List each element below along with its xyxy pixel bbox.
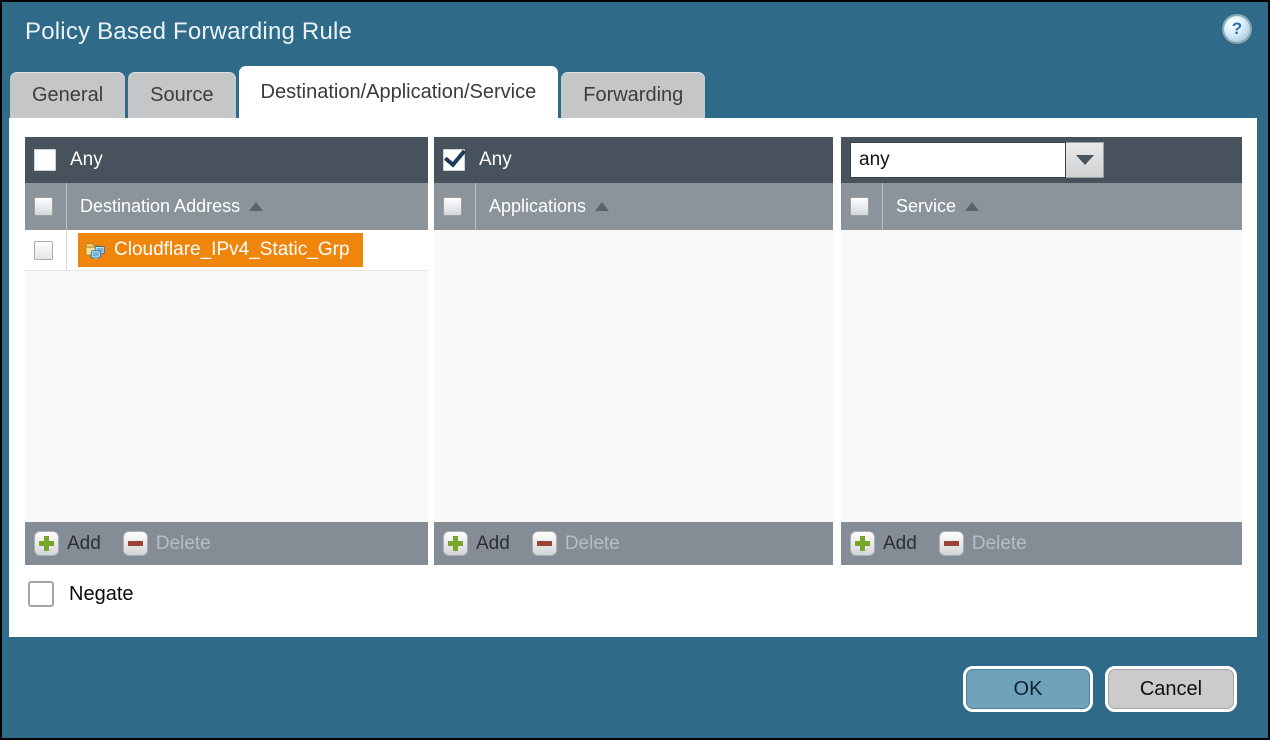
tab-content: Any Destination Address <box>9 118 1257 637</box>
applications-list <box>434 230 833 522</box>
destination-address-list: Cloudflare_IPv4_Static_Grp <box>25 230 428 522</box>
service-list <box>841 230 1242 522</box>
sort-ascending-icon[interactable] <box>965 202 979 211</box>
delete-button[interactable]: Delete <box>939 531 1027 556</box>
plus-icon <box>850 531 875 556</box>
destination-any-checkbox[interactable] <box>34 149 56 171</box>
tab-general[interactable]: General <box>10 72 125 118</box>
applications-toolbar: Add Delete <box>434 522 833 565</box>
destination-address-panel: Any Destination Address <box>25 137 428 565</box>
list-item[interactable]: Cloudflare_IPv4_Static_Grp <box>25 230 428 271</box>
ok-button[interactable]: OK <box>963 666 1093 712</box>
negate-row: Negate <box>28 581 134 607</box>
row-checkbox[interactable] <box>34 241 53 260</box>
service-dropdown[interactable]: any <box>850 142 1104 178</box>
minus-icon <box>123 531 148 556</box>
destination-toolbar: Add Delete <box>25 522 428 565</box>
service-toolbar: Add Delete <box>841 522 1242 565</box>
applications-any-checkbox[interactable] <box>443 149 465 171</box>
destination-column-header: Destination Address <box>25 183 428 230</box>
service-header-label[interactable]: Service <box>896 196 956 217</box>
delete-button[interactable]: Delete <box>532 531 620 556</box>
help-glyph: ? <box>1232 19 1242 39</box>
help-icon[interactable]: ? <box>1224 16 1250 42</box>
applications-any-bar: Any <box>434 137 833 183</box>
policy-based-forwarding-dialog: Policy Based Forwarding Rule ? General S… <box>0 0 1270 740</box>
applications-header-label[interactable]: Applications <box>489 196 586 217</box>
plus-icon <box>443 531 468 556</box>
tab-bar: General Source Destination/Application/S… <box>10 66 705 118</box>
selected-address-item[interactable]: Cloudflare_IPv4_Static_Grp <box>78 233 363 267</box>
destination-header-label[interactable]: Destination Address <box>80 196 240 217</box>
sort-ascending-icon[interactable] <box>595 202 609 211</box>
sort-ascending-icon[interactable] <box>249 202 263 211</box>
add-button[interactable]: Add <box>850 531 917 556</box>
applications-panel: Any Applications Add Delete <box>434 137 833 565</box>
applications-any-label: Any <box>479 149 512 171</box>
applications-select-all-checkbox[interactable] <box>443 197 462 216</box>
destination-select-all-checkbox[interactable] <box>34 197 53 216</box>
plus-icon <box>34 531 59 556</box>
dropdown-button[interactable] <box>1066 142 1104 178</box>
service-select-all-checkbox[interactable] <box>850 197 869 216</box>
negate-checkbox[interactable] <box>28 581 54 607</box>
tab-source[interactable]: Source <box>128 72 235 118</box>
destination-any-label: Any <box>70 149 103 171</box>
cancel-button[interactable]: Cancel <box>1105 666 1237 712</box>
tab-destination-application-service[interactable]: Destination/Application/Service <box>239 66 559 118</box>
chevron-down-icon <box>1076 155 1094 165</box>
add-button[interactable]: Add <box>34 531 101 556</box>
negate-label: Negate <box>69 583 134 606</box>
address-item-label: Cloudflare_IPv4_Static_Grp <box>114 239 350 261</box>
minus-icon <box>532 531 557 556</box>
tab-forwarding[interactable]: Forwarding <box>561 72 705 118</box>
service-dropdown-bar: any <box>841 137 1242 183</box>
service-column-header: Service <box>841 183 1242 230</box>
applications-column-header: Applications <box>434 183 833 230</box>
service-panel: any Service Add Delete <box>841 137 1242 565</box>
minus-icon <box>939 531 964 556</box>
add-button[interactable]: Add <box>443 531 510 556</box>
service-dropdown-value[interactable]: any <box>850 142 1066 178</box>
address-group-icon <box>85 241 106 260</box>
delete-button[interactable]: Delete <box>123 531 211 556</box>
destination-any-bar: Any <box>25 137 428 183</box>
dialog-title: Policy Based Forwarding Rule <box>25 18 352 46</box>
